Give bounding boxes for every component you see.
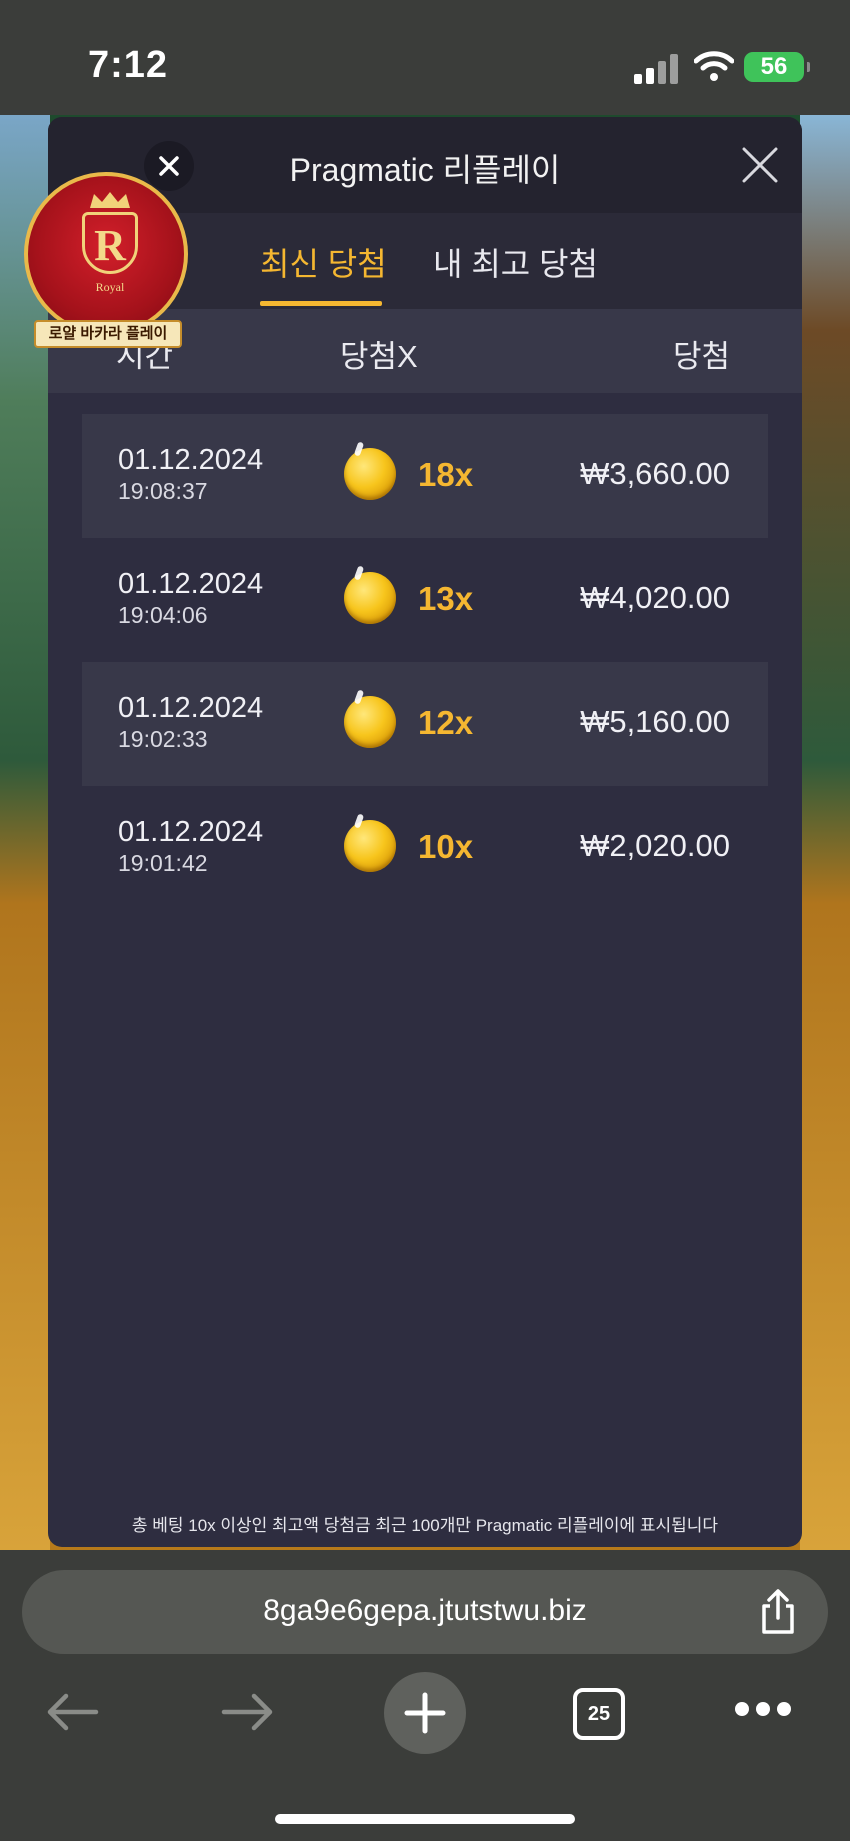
share-button[interactable] [756,1588,800,1636]
row-time: 19:01:42 [118,850,208,876]
coin-icon [344,572,396,624]
close-button[interactable] [738,143,782,187]
arrow-left-icon [47,1693,99,1731]
coin-icon [344,820,396,872]
back-button[interactable] [44,1692,100,1732]
forward-button[interactable] [220,1692,276,1732]
row-date: 01.12.2024 [118,692,264,724]
dot-icon [756,1702,770,1716]
logo-letter: R [94,221,126,270]
footer-note: 총 베팅 10x 이상인 최고액 당첨금 최근 100개만 Pragmatic … [131,1516,719,1535]
row-time: 19:02:33 [118,726,208,752]
home-indicator [275,1814,575,1824]
clock: 7:12 [88,44,169,86]
column-win: 당첨 [672,339,730,374]
row-time: 19:04:06 [118,602,208,628]
logo-label: 로얄 바카라 플레이 [34,320,182,348]
coin-icon [344,696,396,748]
row-multiplier: 13x [418,580,474,617]
game-reel-right [800,115,850,1550]
new-tab-button[interactable] [384,1672,466,1754]
wifi-icon [693,50,735,82]
tabs-button[interactable]: 25 [573,1688,625,1740]
row-time: 19:08:37 [118,478,208,504]
address-bar[interactable]: 8ga9e6gepa.jtutstwu.biz [22,1570,828,1654]
row-date: 01.12.2024 [118,444,264,476]
battery-indicator: 56 [744,52,810,82]
row-multiplier: 18x [418,456,474,493]
table-row[interactable]: 01.12.2024 19:01:42 10x ₩2,020.00 [82,786,768,910]
more-options-button[interactable] [735,1702,791,1718]
logo-ribbon: Royal [95,280,125,294]
close-icon [742,147,778,183]
tab-my-best-wins[interactable]: 내 최고 당첨 [433,239,598,285]
row-date: 01.12.2024 [118,816,264,848]
arrow-right-icon [221,1693,273,1731]
row-multiplier: 10x [418,828,474,865]
dot-icon [735,1702,749,1716]
row-amount: ₩3,660.00 [580,456,730,491]
royal-logo: R Royal 로얄 바카라 플레이 [24,172,192,356]
url-text: 8ga9e6gepa.jtutstwu.biz [263,1594,587,1627]
table-row[interactable]: 01.12.2024 19:08:37 18x ₩3,660.00 [82,414,768,538]
active-tab-indicator [260,301,382,306]
logo-emblem: R Royal [24,172,188,336]
plus-icon [404,1692,446,1734]
cellular-signal-icon [634,54,680,84]
dot-icon [777,1702,791,1716]
coin-icon [344,448,396,500]
row-multiplier: 12x [418,704,474,741]
table-row[interactable]: 01.12.2024 19:04:06 13x ₩4,020.00 [82,538,768,662]
column-multiplier: 당첨X [340,339,418,374]
row-date: 01.12.2024 [118,568,264,600]
share-icon [762,1589,794,1634]
status-bar: 7:12 56 [0,0,850,115]
tab-latest-wins[interactable]: 최신 당첨 [260,239,387,285]
browser-toolbar: 8ga9e6gepa.jtutstwu.biz 25 [0,1550,850,1841]
crown-icon [90,192,130,208]
row-amount: ₩2,020.00 [580,828,730,863]
row-amount: ₩4,020.00 [580,580,730,615]
table-row[interactable]: 01.12.2024 19:02:33 12x ₩5,160.00 [82,662,768,786]
row-amount: ₩5,160.00 [580,704,730,739]
